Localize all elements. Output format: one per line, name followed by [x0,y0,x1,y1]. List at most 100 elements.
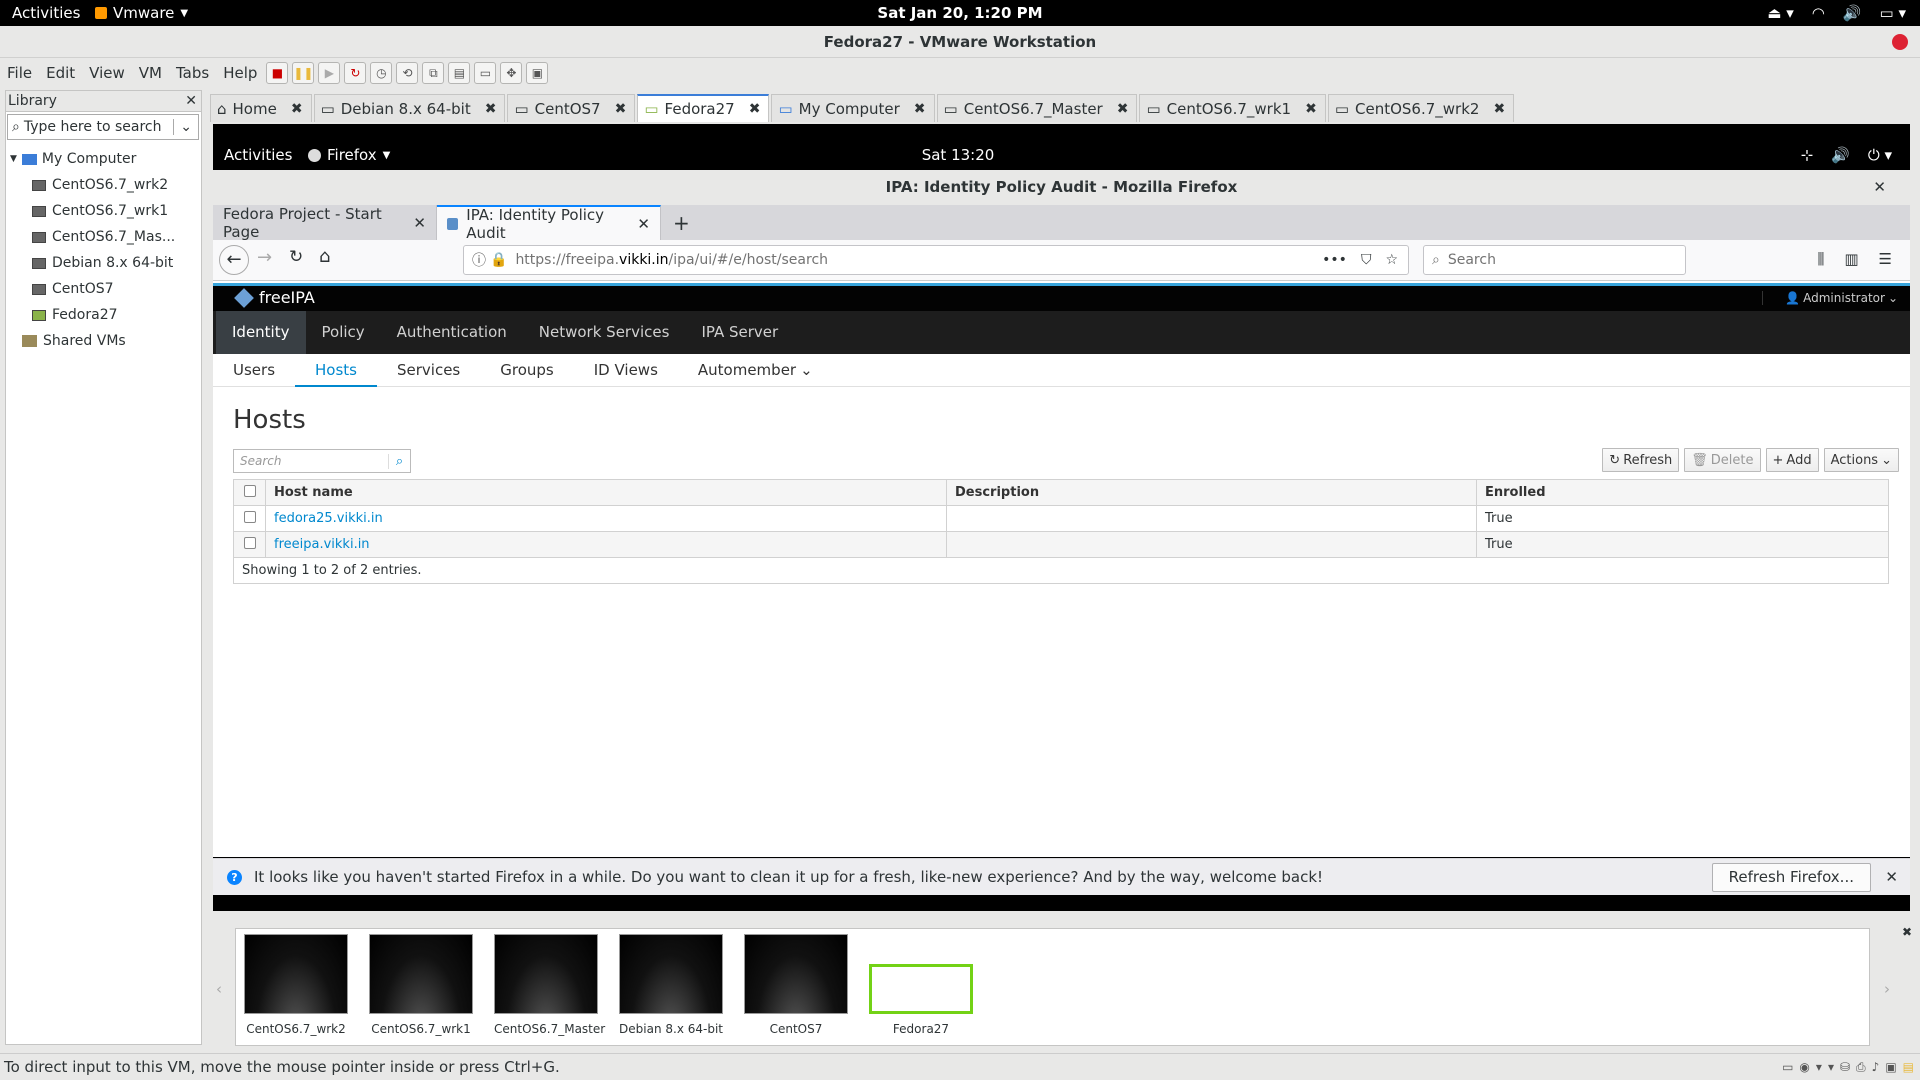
thumbnail-scroll-left-icon[interactable]: ‹ [216,980,222,998]
firefox-search-bar[interactable]: ⌕ Search [1423,245,1686,275]
library-search-input[interactable]: Type here to search [24,119,173,135]
cdrom-icon[interactable]: ◉ [1799,1060,1809,1074]
thumbnail-item[interactable]: CentOS6.7_Master [494,934,605,1036]
subnav-users[interactable]: Users [213,354,295,387]
tab-fedora-start[interactable]: Fedora Project - Start Page ✕ [213,205,437,241]
subnav-services[interactable]: Services [377,354,480,387]
bookmark-star-icon[interactable]: ☆ [1385,252,1398,268]
tab-centos67-master[interactable]: ▭ CentOS6.7_Master ✖ [936,94,1138,122]
clock[interactable]: Sat Jan 20, 1:20 PM [0,4,1920,22]
snapshot-icon[interactable]: ◷ [370,62,393,84]
close-icon[interactable]: ✖ [1305,101,1317,117]
row-checkbox[interactable] [243,510,256,523]
delete-button[interactable]: 🗑 Delete [1684,448,1761,472]
fullscreen-icon[interactable]: ✥ [500,62,523,84]
tab-centos7[interactable]: ▭ CentOS7 ✖ [507,94,636,122]
firefox-search-input[interactable]: Search [1448,252,1496,268]
tree-vm-item[interactable]: CentOS6.7_Mas... [32,224,200,250]
close-icon[interactable]: ✖ [485,101,497,117]
play-icon[interactable]: ▶ [318,62,341,84]
host-search[interactable]: Search ⌕ [233,449,411,473]
nav-ipa-server[interactable]: IPA Server [685,311,794,354]
close-icon[interactable]: ✕ [1873,170,1886,205]
lock-icon[interactable]: 🔒 [490,252,507,268]
menu-edit[interactable]: Edit [46,64,75,82]
forward-icon[interactable]: → [257,247,272,268]
hdd-icon[interactable]: ▭ [1782,1060,1793,1074]
row-checkbox[interactable] [243,536,256,549]
user-menu[interactable]: 👤 Administrator ⌄ [1762,291,1898,305]
tree-shared-vms[interactable]: Shared VMs [10,328,200,354]
close-icon[interactable]: ✖ [749,101,761,117]
thumbnail-item-active[interactable]: Fedora27 [869,934,973,1036]
chevron-down-icon[interactable]: ⌄ [173,119,198,135]
add-button[interactable]: + Add [1765,448,1819,472]
library-icon[interactable]: ⫼ [1817,250,1824,268]
pocket-icon[interactable]: ⛉ [1361,252,1372,268]
guest-clock[interactable]: Sat 13:20 [213,146,1703,164]
tab-centos67-wrk1[interactable]: ▭ CentOS6.7_wrk1 ✖ [1139,94,1326,122]
new-tab-icon[interactable]: + [673,211,690,235]
subnav-groups[interactable]: Groups [480,354,573,387]
column-header[interactable]: Enrolled [1476,479,1889,506]
tree-vm-item[interactable]: Debian 8.x 64-bit [32,250,200,276]
sidebar-icon[interactable]: ▥ [1844,250,1858,268]
eject-icon[interactable]: ⏏ ▾ [1767,4,1793,22]
display-icon[interactable]: ▣ [1885,1060,1896,1074]
info-icon[interactable]: ⓘ [472,250,486,270]
unity-icon[interactable]: ▣ [526,62,549,84]
menu-vm[interactable]: VM [139,64,162,82]
subnav-hosts[interactable]: Hosts [295,354,377,387]
subnav-id-views[interactable]: ID Views [574,354,678,387]
close-icon[interactable]: ✖ [1117,101,1129,117]
host-link[interactable]: fedora25.vikki.in [274,511,383,526]
tree-my-computer[interactable]: ▼ My Computer [10,146,200,172]
column-header[interactable]: Host name [265,479,947,506]
message-icon[interactable]: ▤ [1903,1060,1914,1074]
close-icon[interactable]: ✕ [1885,868,1898,886]
suspend-icon[interactable]: ❚❚ [292,62,315,84]
nav-network-services[interactable]: Network Services [523,311,686,354]
thumbnail-scroll-right-icon[interactable]: › [1884,980,1890,998]
tree-vm-item[interactable]: CentOS6.7_wrk2 [32,172,200,198]
thumbnail-item[interactable]: CentOS6.7_wrk2 [244,934,348,1036]
revert-snapshot-icon[interactable]: ⟲ [396,62,419,84]
tab-debian[interactable]: ▭ Debian 8.x 64-bit ✖ [313,94,506,122]
nav-authentication[interactable]: Authentication [381,311,523,354]
thumbnail-item[interactable]: CentOS7 [744,934,848,1036]
show-library-icon[interactable]: ▤ [448,62,471,84]
power-off-icon[interactable]: ■ [266,62,289,84]
expander-icon[interactable]: ▼ [10,154,17,164]
tab-my-computer[interactable]: ▭ My Computer ✖ [771,94,935,122]
system-tray[interactable]: ⏏ ▾ ◠ 🔊 ▭ ▾ [1767,4,1906,22]
tab-ipa[interactable]: IPA: Identity Policy Audit ✕ [437,205,661,242]
tree-vm-item[interactable]: Fedora27 [32,302,200,328]
show-thumbnails-icon[interactable]: ▭ [474,62,497,84]
home-icon[interactable]: ⌂ [319,246,330,267]
reload-icon[interactable]: ↻ [289,247,303,267]
thumbnail-item[interactable]: Debian 8.x 64-bit [619,934,723,1036]
nav-identity[interactable]: Identity [216,311,306,354]
tab-home[interactable]: ⌂ Home ✖ [210,94,312,122]
host-link[interactable]: freeipa.vikki.in [274,537,370,552]
close-thumbnails-icon[interactable]: ✖ [1902,925,1912,939]
refresh-button[interactable]: ↻ Refresh [1602,448,1680,472]
close-icon[interactable]: ✖ [1493,101,1505,117]
host-search-input[interactable]: Search [234,454,388,468]
manage-snapshots-icon[interactable]: ⧉ [422,62,445,84]
back-icon[interactable]: ← [219,245,249,275]
tree-vm-item[interactable]: CentOS7 [32,276,200,302]
menu-tabs[interactable]: Tabs [176,64,209,82]
close-icon[interactable]: ✖ [914,101,926,117]
close-icon[interactable]: ✖ [291,101,303,117]
menu-view[interactable]: View [89,64,125,82]
floppy-icon[interactable]: ▾ [1816,1060,1822,1074]
actions-button[interactable]: Actions ⌄ [1823,448,1899,472]
select-all-checkbox[interactable] [243,484,256,497]
menu-file[interactable]: File [7,64,32,82]
usb-icon[interactable]: ⛁ [1840,1060,1850,1074]
page-actions-icon[interactable]: ••• [1322,252,1347,268]
library-search[interactable]: ⌕ Type here to search ⌄ [7,114,199,140]
tab-fedora27[interactable]: ▭ Fedora27 ✖ [637,94,770,122]
nav-policy[interactable]: Policy [306,311,381,354]
